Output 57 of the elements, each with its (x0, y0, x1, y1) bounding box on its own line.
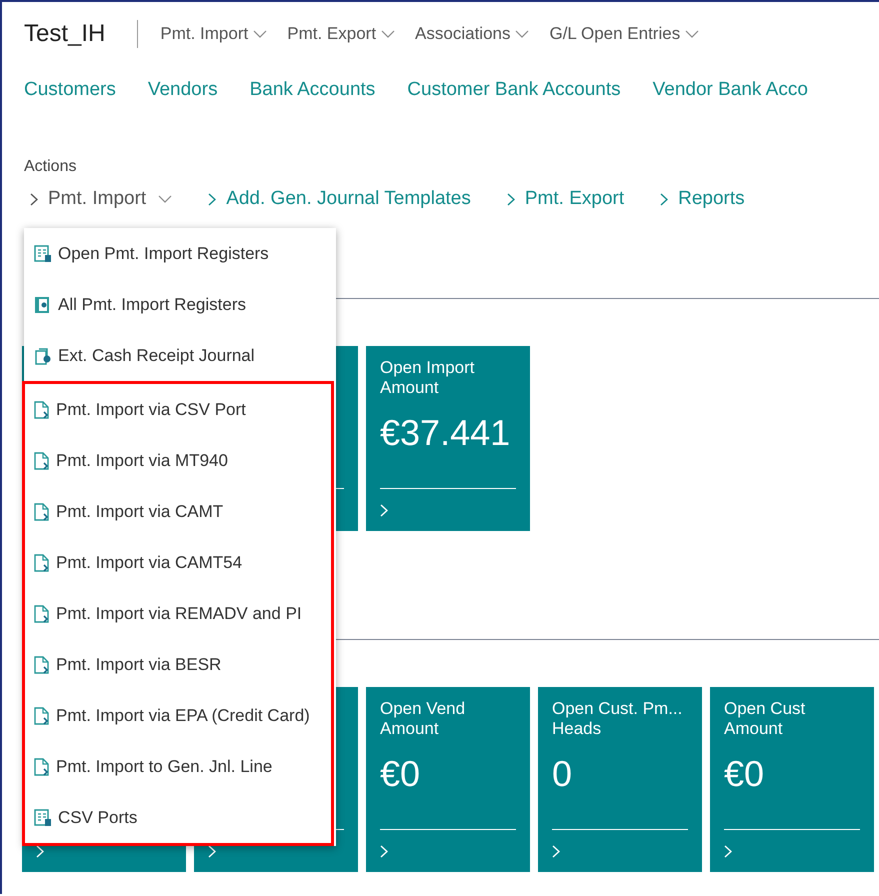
chevron-right-icon (724, 844, 732, 858)
menu-button[interactable]: Associations (415, 24, 530, 44)
actions-label: Actions (24, 158, 78, 176)
kpi-tile[interactable]: Open Cust. Pm... Heads 0 (538, 687, 702, 872)
tile-value: 0 (552, 752, 572, 796)
chevron-right-icon (30, 192, 38, 206)
chevron-right-icon (208, 192, 216, 206)
menu-item[interactable]: Ext. Cash Receipt Journal (24, 330, 336, 381)
chevron-right-icon (36, 844, 44, 858)
chevron-right-icon (380, 504, 388, 516)
register-icon (34, 808, 52, 826)
register-icon (34, 244, 52, 262)
tile-title: Open Import Amount (380, 358, 476, 398)
menu-button[interactable]: G/L Open Entries (549, 24, 700, 44)
tile-title: Open Vend Amount (380, 699, 466, 739)
action-button[interactable]: Pmt. Export (506, 188, 624, 210)
document-icon (34, 502, 50, 520)
chevron-down-icon (158, 195, 172, 203)
tile-title: Open Cust Amount (724, 699, 806, 739)
chevron-right-icon (380, 844, 388, 858)
document-icon (34, 400, 50, 418)
chevron-down-icon (253, 30, 268, 38)
nav-link[interactable]: Vendors (148, 79, 218, 101)
action-button[interactable]: Reports (660, 188, 745, 210)
document-icon (34, 604, 50, 622)
document-icon (34, 758, 50, 776)
page-title: Test_IH (24, 20, 106, 48)
tile-value: €37.441 (380, 411, 510, 455)
tile-value: €0 (724, 752, 764, 796)
chevron-right-icon (660, 192, 668, 206)
nav-link[interactable]: Vendor Bank Acco (652, 79, 808, 101)
tile-value: €0 (380, 752, 420, 796)
tile-title: Open Cust. Pm... Heads (552, 699, 684, 739)
chevron-down-icon (685, 30, 700, 38)
nav-link[interactable]: Customers (24, 79, 116, 101)
chevron-right-icon (506, 192, 515, 206)
chevron-right-icon (208, 844, 216, 858)
action-button[interactable]: Pmt. Import (30, 188, 172, 210)
nav-link[interactable]: Customer Bank Accounts (407, 79, 621, 101)
kpi-tile[interactable]: Open Import Amount €37.441 (366, 346, 530, 531)
document-icon (34, 554, 50, 572)
chevron-right-icon (552, 844, 560, 858)
kpi-tile[interactable]: Open Vend Amount €0 (366, 687, 530, 872)
book-icon (34, 296, 52, 314)
kpi-tile[interactable]: Open Cust Amount €0 (710, 687, 874, 872)
chevron-down-icon (515, 30, 530, 38)
menu-item[interactable]: All Pmt. Import Registers (24, 279, 336, 330)
document-icon (34, 452, 50, 470)
document-icon (34, 656, 50, 674)
action-button[interactable]: Add. Gen. Journal Templates (208, 188, 471, 210)
chevron-down-icon (381, 30, 396, 38)
nav-link[interactable]: Bank Accounts (250, 79, 376, 101)
journal-icon (34, 346, 52, 364)
menu-button[interactable]: Pmt. Export (287, 24, 396, 44)
menu-item[interactable]: Open Pmt. Import Registers (24, 228, 336, 279)
menu-button[interactable]: Pmt. Import (160, 24, 268, 44)
document-icon (34, 706, 50, 724)
